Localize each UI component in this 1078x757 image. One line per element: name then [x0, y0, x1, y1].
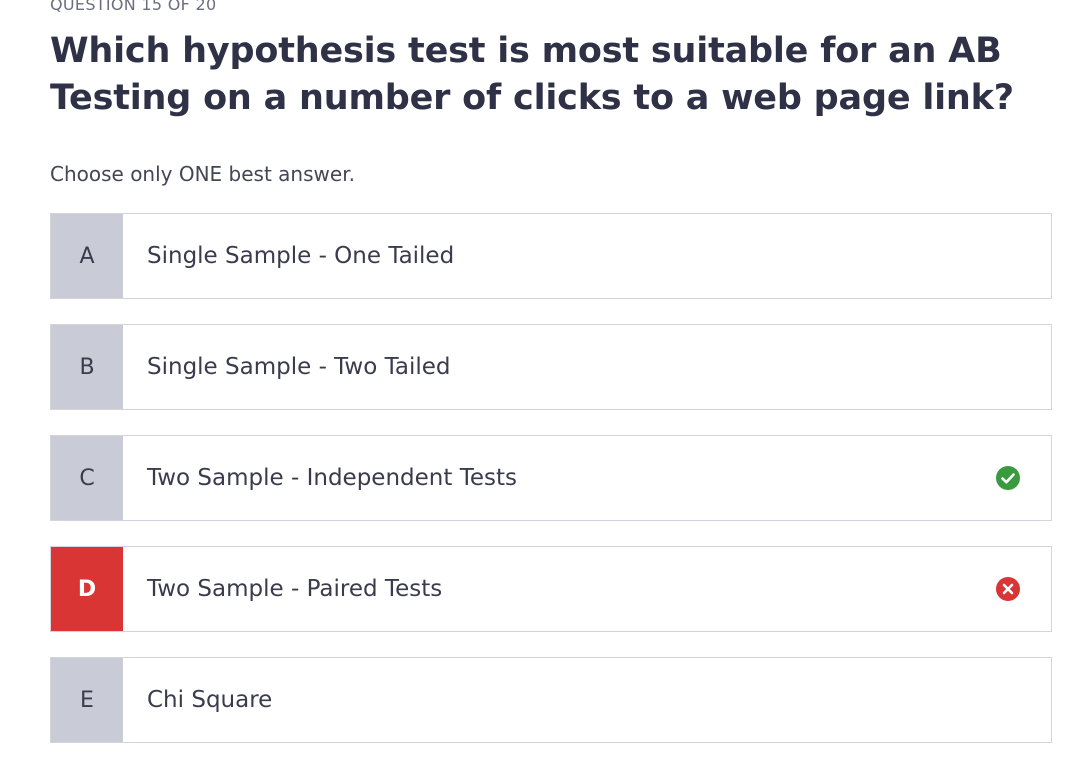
option-letter: B — [51, 325, 123, 409]
option-d[interactable]: D Two Sample - Paired Tests — [50, 546, 1052, 632]
option-text: Single Sample - One Tailed — [147, 243, 455, 269]
option-letter: E — [51, 658, 123, 742]
option-e[interactable]: E Chi Square — [50, 657, 1052, 743]
check-circle-icon — [996, 466, 1020, 490]
answer-options: A Single Sample - One Tailed B Single Sa… — [50, 213, 1052, 757]
quiz-page: QUESTION 15 OF 20 Which hypothesis test … — [0, 0, 1078, 757]
option-letter: A — [51, 214, 123, 298]
option-text: Single Sample - Two Tailed — [147, 354, 451, 380]
option-a[interactable]: A Single Sample - One Tailed — [50, 213, 1052, 299]
option-text: Chi Square — [147, 687, 273, 713]
question-title: Which hypothesis test is most suitable f… — [50, 31, 1014, 118]
answer-instruction: Choose only ONE best answer. — [50, 162, 355, 186]
option-b[interactable]: B Single Sample - Two Tailed — [50, 324, 1052, 410]
x-circle-icon — [996, 577, 1020, 601]
option-letter: D — [51, 547, 123, 631]
option-c[interactable]: C Two Sample - Independent Tests — [50, 435, 1052, 521]
option-letter: C — [51, 436, 123, 520]
option-text: Two Sample - Independent Tests — [147, 465, 517, 491]
question-counter: QUESTION 15 OF 20 — [50, 0, 217, 14]
option-text: Two Sample - Paired Tests — [147, 576, 443, 602]
